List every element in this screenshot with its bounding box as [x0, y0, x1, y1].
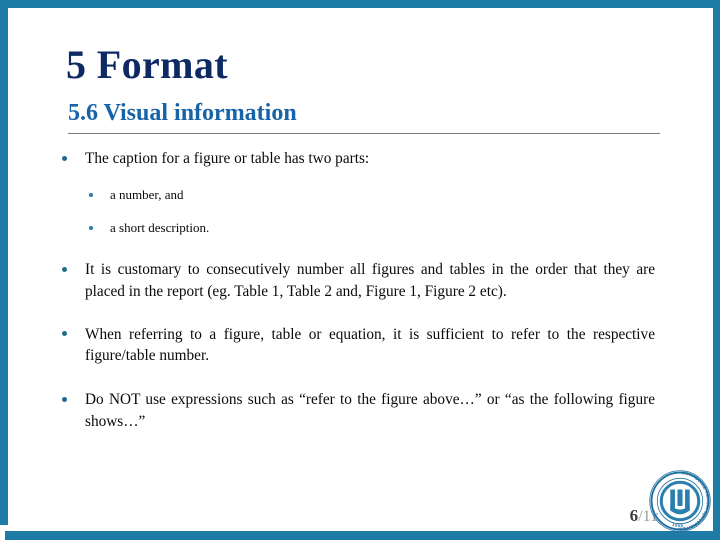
- list-item: Do NOT use expressions such as “refer to…: [0, 389, 720, 432]
- list-item: a short description.: [0, 219, 720, 237]
- slide-body: The caption for a figure or table has tw…: [0, 148, 720, 432]
- slide-subtitle: 5.6 Visual information: [68, 100, 297, 126]
- list-item-text: It is customary to consecutively number …: [85, 261, 655, 300]
- bullet-dot-icon: [89, 192, 93, 197]
- bullet-dot-icon: [62, 396, 67, 402]
- list-item: When referring to a figure, table or equ…: [0, 324, 720, 367]
- bullet-dot-icon: [62, 331, 67, 337]
- bullet-dot-icon: [89, 226, 93, 231]
- bullet-dot-icon: [62, 155, 67, 161]
- list-item-text: The caption for a figure or table has tw…: [85, 150, 370, 167]
- list-item-text: When referring to a figure, table or equ…: [85, 325, 655, 365]
- svg-text:1955: 1955: [672, 522, 684, 528]
- page-number-current: 6: [629, 506, 639, 525]
- title-divider-rule: [68, 133, 660, 134]
- list-item: a number, and: [0, 186, 720, 204]
- list-item: It is customary to consecutively number …: [0, 259, 720, 302]
- bullet-dot-icon: [62, 266, 67, 272]
- list-item-text: Do NOT use expressions such as “refer to…: [85, 390, 655, 430]
- university-seal-logo: KARADENIZ TEKNIK UNIVERSITESI 1955: [644, 465, 716, 537]
- list-item: The caption for a figure or table has tw…: [0, 148, 720, 170]
- slide-border-bottom: [5, 531, 720, 540]
- list-item-text: a short description.: [110, 219, 210, 235]
- presentation-slide: 5 Format 5.6 Visual information The capt…: [0, 0, 720, 540]
- slide-title: 5 Format: [66, 42, 229, 87]
- list-item-text: a number, and: [110, 186, 184, 202]
- slide-border-top: [0, 0, 720, 8]
